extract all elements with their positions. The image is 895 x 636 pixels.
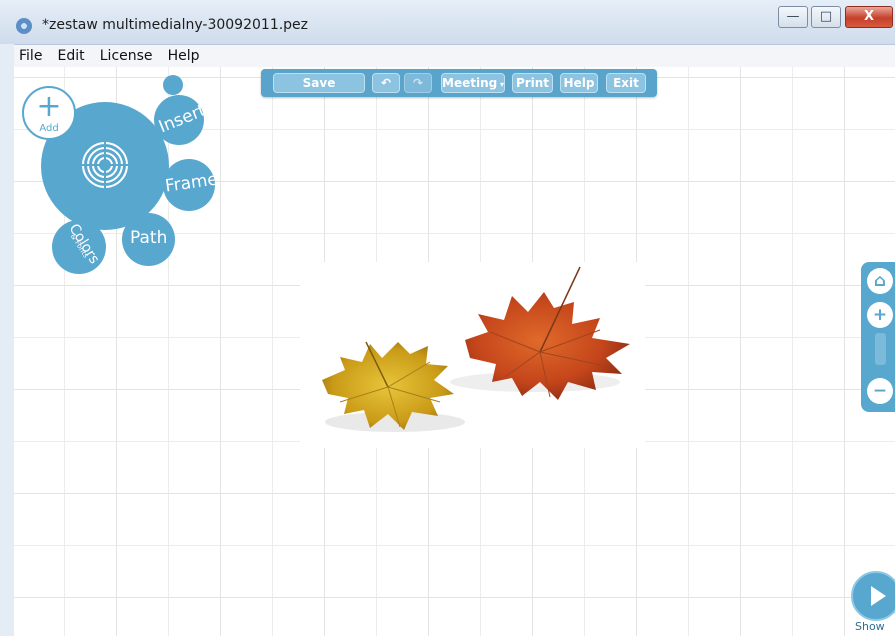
close-button[interactable]: X xyxy=(845,6,893,28)
prezi-app-icon xyxy=(16,18,32,34)
menu-file[interactable]: File xyxy=(14,46,47,64)
redo-button[interactable]: ↷ xyxy=(404,73,432,93)
home-icon: ⌂ xyxy=(873,271,887,291)
insert-bubble-button[interactable]: Insert xyxy=(154,95,209,145)
print-button[interactable]: Print xyxy=(512,73,553,93)
menu-edit[interactable]: Edit xyxy=(53,46,90,64)
minimize-button[interactable]: — xyxy=(778,6,808,28)
window-frame-left xyxy=(0,44,15,636)
play-icon xyxy=(871,586,886,606)
bubble-handle[interactable] xyxy=(163,75,183,95)
zoom-controls: ⌂ + − xyxy=(861,262,895,412)
zoom-in-icon: + xyxy=(872,305,888,325)
add-bubble-button[interactable]: + Add xyxy=(22,86,76,140)
maximize-button[interactable]: □ xyxy=(811,6,841,28)
save-button[interactable]: Save xyxy=(273,73,365,93)
app-window: *zestaw multimedialny-30092011.pez — □ X… xyxy=(0,0,895,636)
zoom-out-icon: − xyxy=(872,381,888,401)
zoom-out-button[interactable]: − xyxy=(867,378,893,404)
top-toolbar: Save ↶ ↷ Meeting ▾ Print Help Exit xyxy=(261,69,657,97)
insert-label: Insert xyxy=(156,100,209,138)
menu-license[interactable]: License xyxy=(95,46,158,64)
help-button[interactable]: Help xyxy=(560,73,598,93)
menu-help[interactable]: Help xyxy=(163,46,205,64)
plus-icon: + xyxy=(36,89,62,124)
window-title: *zestaw multimedialny-30092011.pez xyxy=(42,17,309,33)
menu-bar: File Edit License Help xyxy=(14,45,895,68)
frame-label: Frame xyxy=(163,169,220,197)
exit-button[interactable]: Exit xyxy=(606,73,646,93)
zoom-slider[interactable] xyxy=(875,333,886,365)
fingerprint-icon xyxy=(81,141,129,189)
chevron-down-icon: ▾ xyxy=(497,80,505,89)
meeting-dropdown[interactable]: Meeting ▾ xyxy=(441,73,505,93)
frame-bubble-button[interactable]: Frame xyxy=(163,159,219,211)
zoom-in-button[interactable]: + xyxy=(867,302,893,328)
colors-fonts-bubble-button[interactable]: Colors & Fonts xyxy=(52,220,106,274)
title-bar: *zestaw multimedialny-30092011.pez — □ X xyxy=(0,0,895,45)
undo-button[interactable]: ↶ xyxy=(372,73,400,93)
redo-icon: ↷ xyxy=(412,76,424,90)
meeting-label: Meeting xyxy=(442,76,498,90)
leaves-illustration xyxy=(322,266,630,432)
path-bubble-button[interactable]: Path xyxy=(122,213,175,266)
home-button[interactable]: ⌂ xyxy=(867,268,893,294)
undo-icon: ↶ xyxy=(380,76,392,90)
show-label: Show xyxy=(855,620,885,633)
colors-label: Colors xyxy=(65,221,103,267)
path-label: Path xyxy=(130,228,168,248)
show-button[interactable] xyxy=(851,571,895,621)
autumn-leaves-image[interactable] xyxy=(300,262,645,448)
add-label: Add xyxy=(39,123,59,134)
